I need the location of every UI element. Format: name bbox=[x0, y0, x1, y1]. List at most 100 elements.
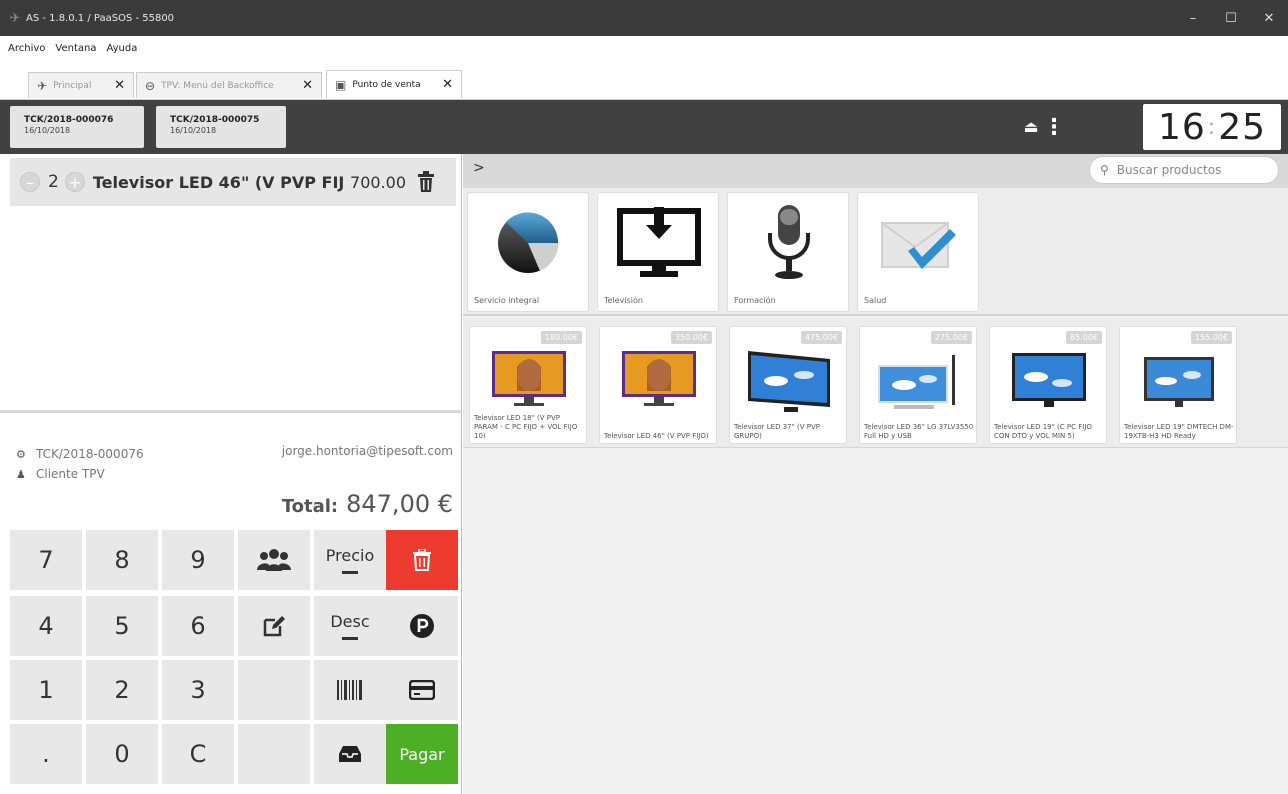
line-price: 700.00 bbox=[350, 172, 406, 192]
key-8[interactable]: 8 bbox=[86, 530, 158, 590]
minimize-button[interactable]: – bbox=[1174, 0, 1212, 36]
tab-label: TPV: Menú del Backoffice bbox=[161, 80, 274, 91]
chevron-right-icon[interactable]: > bbox=[473, 160, 485, 176]
decrease-quantity-button[interactable]: – bbox=[20, 172, 40, 192]
barcode-button[interactable] bbox=[314, 660, 386, 720]
pie-chart-icon bbox=[498, 212, 559, 273]
product-card[interactable]: 275.00€ Televisor LED 36" LG 37LV3550 Fu… bbox=[859, 326, 977, 444]
menu-ventana[interactable]: Ventana bbox=[55, 43, 96, 54]
key-4[interactable]: 4 bbox=[10, 596, 82, 656]
key-9[interactable]: 9 bbox=[162, 530, 234, 590]
ticket-number: TCK/2018-000076 bbox=[24, 115, 114, 125]
cash-drawer-button[interactable] bbox=[314, 724, 386, 784]
category-label: Formación bbox=[734, 296, 776, 305]
product-card[interactable]: 350.00€ Televisor LED 46" (V PVP FIJO) bbox=[599, 326, 717, 444]
category-card[interactable]: Formación bbox=[727, 192, 849, 312]
category-grid: Servicio integral Televisión Formación S… bbox=[463, 188, 1288, 316]
edit-button[interactable] bbox=[238, 596, 310, 656]
maximize-button[interactable]: ☐ bbox=[1212, 0, 1250, 36]
minus-bar-icon bbox=[342, 637, 358, 640]
ticket-date: 16/10/2018 bbox=[170, 126, 217, 135]
key-1[interactable]: 1 bbox=[10, 660, 82, 720]
increase-quantity-button[interactable]: + bbox=[64, 172, 85, 192]
key-3[interactable]: 3 bbox=[162, 660, 234, 720]
more-options-icon[interactable]: ⋮ bbox=[1043, 113, 1065, 141]
catalog-panel: > ⚲ Buscar productos Servicio integral T… bbox=[463, 154, 1288, 794]
close-tab-icon[interactable]: ✕ bbox=[442, 77, 453, 92]
key-0[interactable]: 0 bbox=[86, 724, 158, 784]
catalog-toolbar: > ⚲ Buscar productos bbox=[463, 154, 1288, 188]
product-name: Televisor LED 19" (C PC FIJO CON DTO y V… bbox=[994, 423, 1092, 440]
product-price: 155.00€ bbox=[1190, 331, 1232, 344]
key-6[interactable]: 6 bbox=[162, 596, 234, 656]
category-label: Salud bbox=[864, 296, 887, 305]
tv-product-image bbox=[1012, 353, 1086, 407]
category-card[interactable]: Televisión bbox=[597, 192, 719, 312]
order-line[interactable]: – 2 + Televisor LED 46" (V PVP FIJ 700.0… bbox=[10, 158, 456, 206]
category-card[interactable]: Servicio integral bbox=[467, 192, 589, 312]
discount-button[interactable]: Desc bbox=[314, 596, 386, 656]
window-title: AS - 1.8.0.1 / PaaSOS - 55800 bbox=[26, 12, 175, 24]
menu-bar: Archivo Ventana Ayuda bbox=[0, 36, 1288, 60]
product-name: Televisor LED 19" DMTECH DM-19XTB-H3 HD … bbox=[1124, 423, 1234, 440]
price-button[interactable]: Precio bbox=[314, 530, 386, 590]
tab-punto-de-venta[interactable]: ▣ Punto de venta ✕ bbox=[326, 70, 462, 98]
customers-button[interactable] bbox=[238, 530, 310, 590]
ticket-button[interactable]: TCK/2018-000075 16/10/2018 bbox=[156, 106, 286, 148]
monitor-download-icon bbox=[617, 207, 701, 277]
window-icon: ▣ bbox=[335, 77, 347, 92]
tv-product-image bbox=[878, 355, 955, 409]
tv-product-image bbox=[622, 351, 696, 406]
product-price: 350.00€ bbox=[670, 331, 712, 344]
pin-icon: ✈ bbox=[37, 78, 48, 93]
product-price: 475.00€ bbox=[800, 331, 842, 344]
discount-label: Desc bbox=[330, 612, 370, 631]
microphone-icon bbox=[768, 205, 810, 279]
parking-button[interactable] bbox=[386, 596, 458, 656]
product-name: Televisor LED 18" (V PVP PARAM - C PC FI… bbox=[474, 414, 578, 440]
customer-name[interactable]: Cliente TPV bbox=[36, 467, 105, 481]
close-tab-icon[interactable]: ✕ bbox=[302, 78, 313, 93]
users-group-icon bbox=[257, 549, 291, 571]
key-7[interactable]: 7 bbox=[10, 530, 82, 590]
menu-archivo[interactable]: Archivo bbox=[8, 43, 45, 54]
pay-button[interactable]: Pagar bbox=[386, 724, 458, 784]
line-quantity: 2 bbox=[48, 172, 59, 192]
tab-bar: ✈ Principal ✕ ⊖ TPV: Menú del Backoffice… bbox=[0, 60, 1288, 100]
product-price: 85.00€ bbox=[1066, 331, 1102, 344]
search-input[interactable]: ⚲ Buscar productos bbox=[1089, 156, 1279, 184]
product-card[interactable]: 85.00€ Televisor LED 19" (C PC FIJO CON … bbox=[989, 326, 1107, 444]
product-card[interactable]: 155.00€ Televisor LED 19" DMTECH DM-19XT… bbox=[1119, 326, 1237, 444]
ticket-icon: ⚙ bbox=[16, 447, 26, 461]
product-card[interactable]: 475.00€ Televisor LED 37" (V PVP GRUPO) bbox=[729, 326, 847, 444]
clock-separator: : bbox=[1207, 114, 1217, 140]
tv-product-image bbox=[492, 351, 566, 406]
close-window-button[interactable]: ✕ bbox=[1250, 0, 1288, 36]
card-payment-button[interactable] bbox=[386, 660, 458, 720]
key-clear[interactable]: C bbox=[162, 724, 234, 784]
key-dot[interactable]: . bbox=[10, 724, 82, 784]
product-price: 180.00€ bbox=[540, 331, 582, 344]
clock-minutes: 25 bbox=[1218, 106, 1267, 148]
close-tab-icon[interactable]: ✕ bbox=[114, 78, 125, 93]
inbox-icon bbox=[339, 746, 361, 762]
tv-product-image bbox=[1144, 357, 1214, 407]
ticket-number: TCK/2018-000075 bbox=[170, 115, 260, 125]
ticket-info: ⚙ TCK/2018-000076 ♟ Cliente TPV bbox=[16, 444, 144, 484]
tab-tpv-backoffice[interactable]: ⊖ TPV: Menú del Backoffice ✕ bbox=[136, 72, 322, 98]
key-5[interactable]: 5 bbox=[86, 596, 158, 656]
ticket-date: 16/10/2018 bbox=[24, 126, 71, 135]
category-card[interactable]: Salud bbox=[857, 192, 979, 312]
tab-principal[interactable]: ✈ Principal ✕ bbox=[28, 72, 134, 98]
ticket-button[interactable]: TCK/2018-000076 16/10/2018 bbox=[10, 106, 144, 148]
order-panel: – 2 + Televisor LED 46" (V PVP FIJ 700.0… bbox=[0, 154, 462, 794]
product-card[interactable]: 180.00€ Televisor LED 18" (V PVP PARAM -… bbox=[469, 326, 587, 444]
eject-icon[interactable]: ⏏ bbox=[1020, 114, 1042, 138]
product-name: Televisor LED 46" (V PVP FIJO) bbox=[604, 432, 709, 440]
key-2[interactable]: 2 bbox=[86, 660, 158, 720]
ticket-bar: TCK/2018-000076 16/10/2018 TCK/2018-0000… bbox=[0, 100, 1288, 154]
delete-line-icon[interactable] bbox=[416, 171, 436, 193]
menu-ayuda[interactable]: Ayuda bbox=[106, 43, 137, 54]
delete-button[interactable] bbox=[386, 530, 458, 590]
title-bar: ✈ AS - 1.8.0.1 / PaaSOS - 55800 – ☐ ✕ bbox=[0, 0, 1288, 36]
